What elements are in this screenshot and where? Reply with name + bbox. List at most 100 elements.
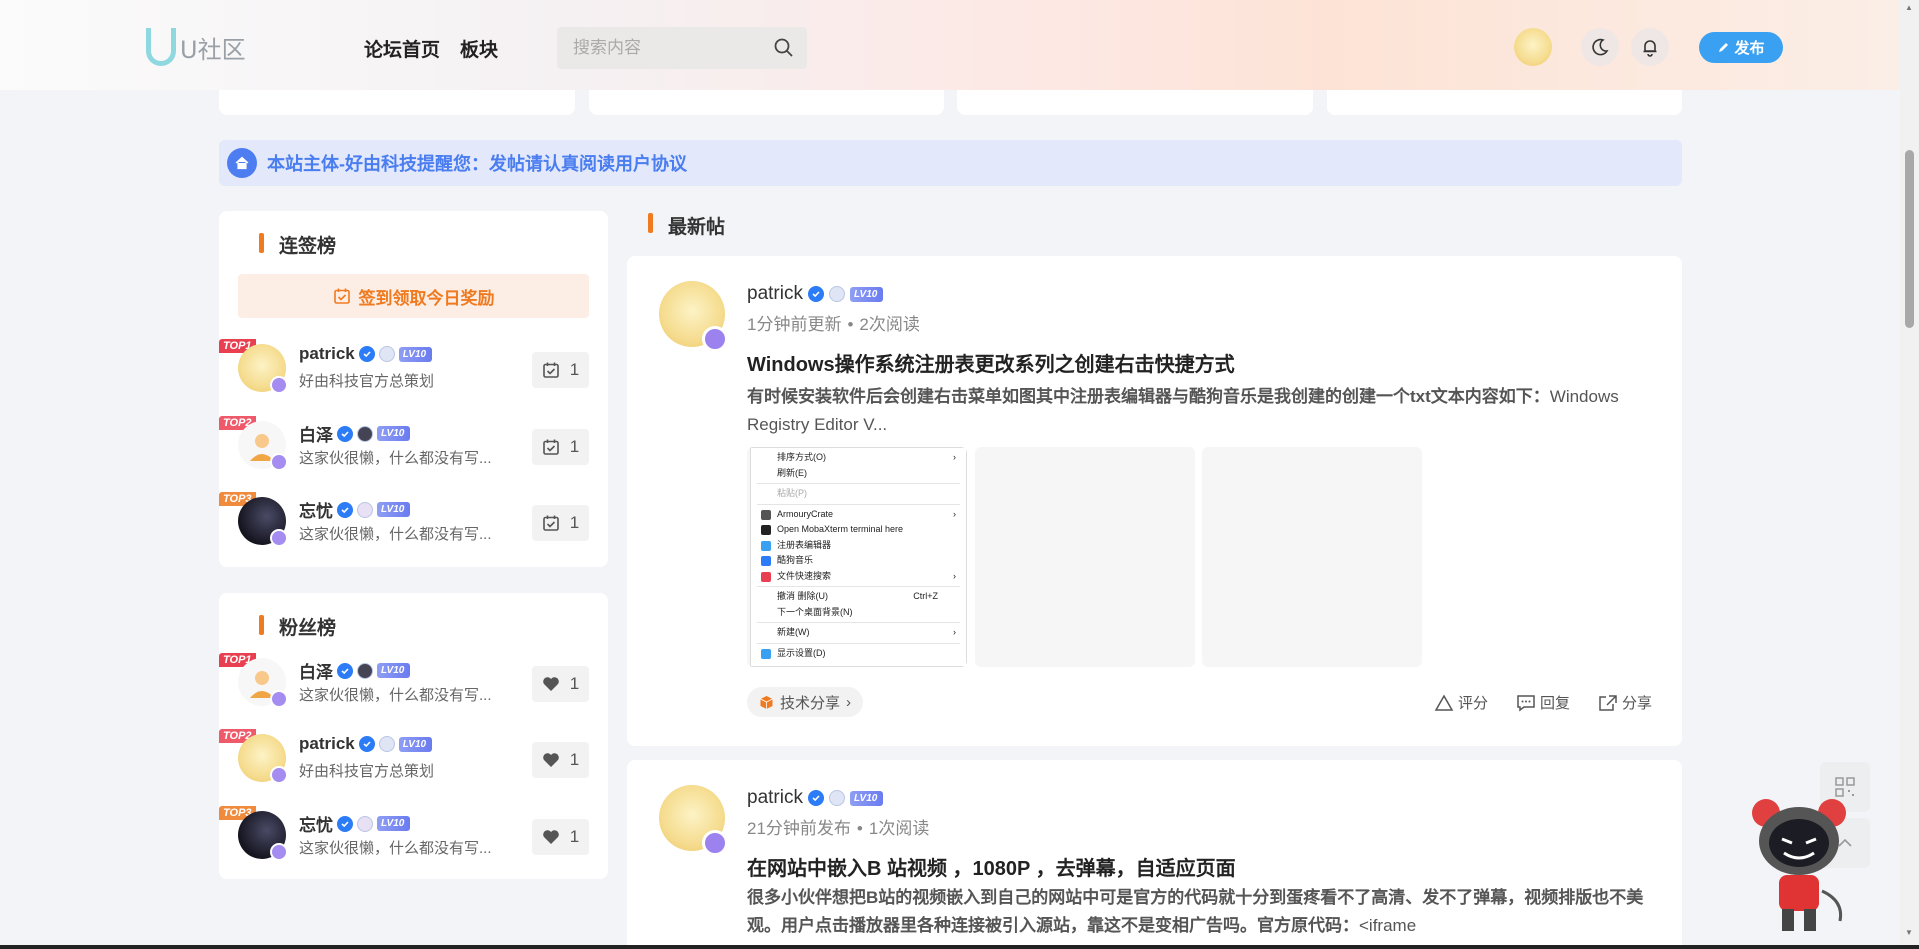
- checkin-button[interactable]: 签到领取今日奖励: [238, 274, 589, 318]
- notice-bar[interactable]: 本站主体-好由科技提醒您：发帖请认真阅读用户协议: [219, 140, 1682, 186]
- checkin-rank-row[interactable]: TOP2 白泽 LV10 这家伙很懒，什么都没有写... 1: [219, 416, 608, 476]
- box-icon: [760, 695, 773, 709]
- level-badge: LV10: [377, 502, 411, 517]
- share-button[interactable]: 分享: [1598, 692, 1652, 713]
- vip-badge-icon: [270, 843, 288, 861]
- user-name[interactable]: 忘忧: [299, 497, 333, 522]
- fans-count: 1: [532, 742, 589, 778]
- panel-title: 粉丝榜: [279, 618, 337, 639]
- user-name[interactable]: patrick: [299, 734, 355, 754]
- notification-button[interactable]: [1631, 28, 1669, 66]
- fans-count: 1: [532, 666, 589, 702]
- level-badge: LV10: [849, 790, 884, 806]
- publish-label: 发布: [1734, 40, 1765, 57]
- notice-text: 本站主体-好由科技提醒您：发帖请认真阅读用户协议: [267, 154, 687, 174]
- pen-icon: [1719, 43, 1729, 52]
- fans-rank-row[interactable]: TOP2 patrick LV10 好由科技官方总策划 1: [219, 729, 608, 789]
- checkin-count: 1: [532, 505, 589, 541]
- post-time: 21分钟前发布: [747, 819, 851, 838]
- checkin-count: 1: [532, 429, 589, 465]
- verified-icon: [337, 662, 353, 679]
- user-name-line: 白泽 LV10: [299, 658, 411, 683]
- user-avatar[interactable]: [1514, 28, 1552, 66]
- fans-rank-row[interactable]: TOP1 白泽 LV10 这家伙很懒，什么都没有写... 1: [219, 653, 608, 713]
- nav-forum-home[interactable]: 论坛首页: [364, 35, 440, 62]
- verified-icon: [358, 346, 375, 362]
- search-box: [557, 27, 807, 69]
- heart-icon: [542, 753, 559, 767]
- medal-icon: [357, 815, 373, 832]
- post-title[interactable]: 在网站中嵌入B 站视频 ，1080P ，去弹幕，自适应页面: [747, 852, 1236, 881]
- verified-icon: [337, 815, 353, 832]
- user-name-line: 忘忧 LV10: [299, 811, 411, 836]
- checkin-rank-row[interactable]: TOP3 忘忧 LV10 这家伙很懒，什么都没有写... 1: [219, 492, 608, 552]
- medal-icon: [357, 501, 373, 518]
- calendar-check-icon: [542, 515, 559, 531]
- user-name[interactable]: patrick: [299, 344, 355, 364]
- reply-button[interactable]: 回复: [1516, 692, 1570, 713]
- level-badge: LV10: [377, 816, 411, 831]
- author-name[interactable]: patrick: [747, 283, 803, 305]
- verified-icon: [807, 286, 824, 302]
- publish-button[interactable]: 发布: [1699, 32, 1783, 63]
- user-desc: 好由科技官方总策划: [299, 763, 435, 780]
- post-title[interactable]: Windows操作系统注册表更改系列之创建右击快捷方式: [747, 348, 1235, 377]
- post-card[interactable]: patrick LV10 21分钟前发布 • 1次阅读 在网站中嵌入B 站视频 ，1…: [627, 760, 1682, 949]
- post-image[interactable]: 排序方式(O) › 刷新(E) 粘贴(P) ArmouryCrate › Open …: [747, 447, 967, 667]
- feed-title: 最新帖: [668, 217, 726, 238]
- user-desc: 这家伙很懒，什么都没有写...: [299, 840, 492, 857]
- user-name[interactable]: 忘忧: [299, 811, 333, 836]
- checkin-rank-row[interactable]: TOP1 patrick LV10 好由科技官方总策划 1: [219, 339, 608, 399]
- search-input[interactable]: [573, 38, 763, 58]
- level-badge: LV10: [377, 426, 411, 441]
- vip-badge-icon: [702, 830, 728, 856]
- vip-badge-icon: [270, 529, 288, 547]
- rate-button[interactable]: 评分: [1434, 692, 1488, 713]
- post-image[interactable]: [975, 447, 1195, 667]
- category-tag[interactable]: 技术分享 ›: [747, 687, 864, 717]
- post-image[interactable]: [1202, 447, 1422, 667]
- scroll-up-icon[interactable]: ▲: [1905, 3, 1913, 12]
- heart-icon: [542, 830, 559, 844]
- share-icon: [1599, 694, 1617, 711]
- site-logo[interactable]: U社区: [146, 28, 246, 66]
- post-card[interactable]: patrick LV10 1分钟前更新 • 2次阅读 Windows操作系统注册表更…: [627, 256, 1682, 746]
- vip-badge-icon: [270, 766, 288, 784]
- vip-badge-icon: [702, 326, 728, 352]
- search-icon[interactable]: [773, 37, 795, 64]
- mascot-image[interactable]: [1744, 791, 1854, 936]
- post-excerpt[interactable]: 很多小伙伴想把B站的视频嵌入到自己的网站中可是官方的代码就十分到蛋疼看不了高清、…: [747, 884, 1667, 940]
- verified-icon: [807, 790, 824, 806]
- fans-rank-row[interactable]: TOP3 忘忧 LV10 这家伙很懒，什么都没有写... 1: [219, 806, 608, 866]
- heart-icon: [542, 677, 559, 691]
- vip-badge-icon: [270, 453, 288, 471]
- post-meta: 1分钟前更新 • 2次阅读: [747, 315, 920, 334]
- verified-icon: [358, 736, 375, 752]
- dark-mode-toggle[interactable]: [1581, 28, 1619, 66]
- logo-icon: [146, 28, 176, 66]
- scroll-thumb[interactable]: [1905, 150, 1914, 328]
- page-scrollbar[interactable]: ▲ ▼: [1900, 0, 1919, 949]
- user-name[interactable]: 白泽: [299, 421, 333, 446]
- author-line: patrick LV10: [747, 787, 884, 809]
- bottom-edge: [0, 945, 1919, 949]
- panel-title: 连签榜: [279, 236, 337, 257]
- post-excerpt[interactable]: 有时候安装软件后会创建右击菜单如图其中注册表编辑器与酷狗音乐是我创建的创建一个t…: [747, 383, 1667, 439]
- home-icon: [227, 148, 257, 178]
- user-name[interactable]: 白泽: [299, 658, 333, 683]
- checkin-count: 1: [532, 352, 589, 388]
- scroll-down-icon[interactable]: ▼: [1905, 928, 1913, 937]
- fans-count: 1: [532, 819, 589, 855]
- logo-text: U社区: [180, 35, 246, 64]
- nav-boards[interactable]: 板块: [460, 35, 498, 62]
- medal-icon: [828, 286, 845, 302]
- context-menu-screenshot: 排序方式(O) › 刷新(E) 粘贴(P) ArmouryCrate › Open …: [750, 447, 967, 667]
- medal-icon: [378, 736, 395, 752]
- user-name-line: 白泽 LV10: [299, 421, 411, 446]
- author-name[interactable]: patrick: [747, 787, 803, 809]
- calendar-check-icon: [542, 439, 559, 455]
- user-desc: 这家伙很懒，什么都没有写...: [299, 687, 492, 704]
- checkin-label: 签到领取今日奖励: [358, 288, 495, 308]
- category-label: 技术分享: [780, 694, 841, 712]
- bell-icon: [1643, 40, 1657, 57]
